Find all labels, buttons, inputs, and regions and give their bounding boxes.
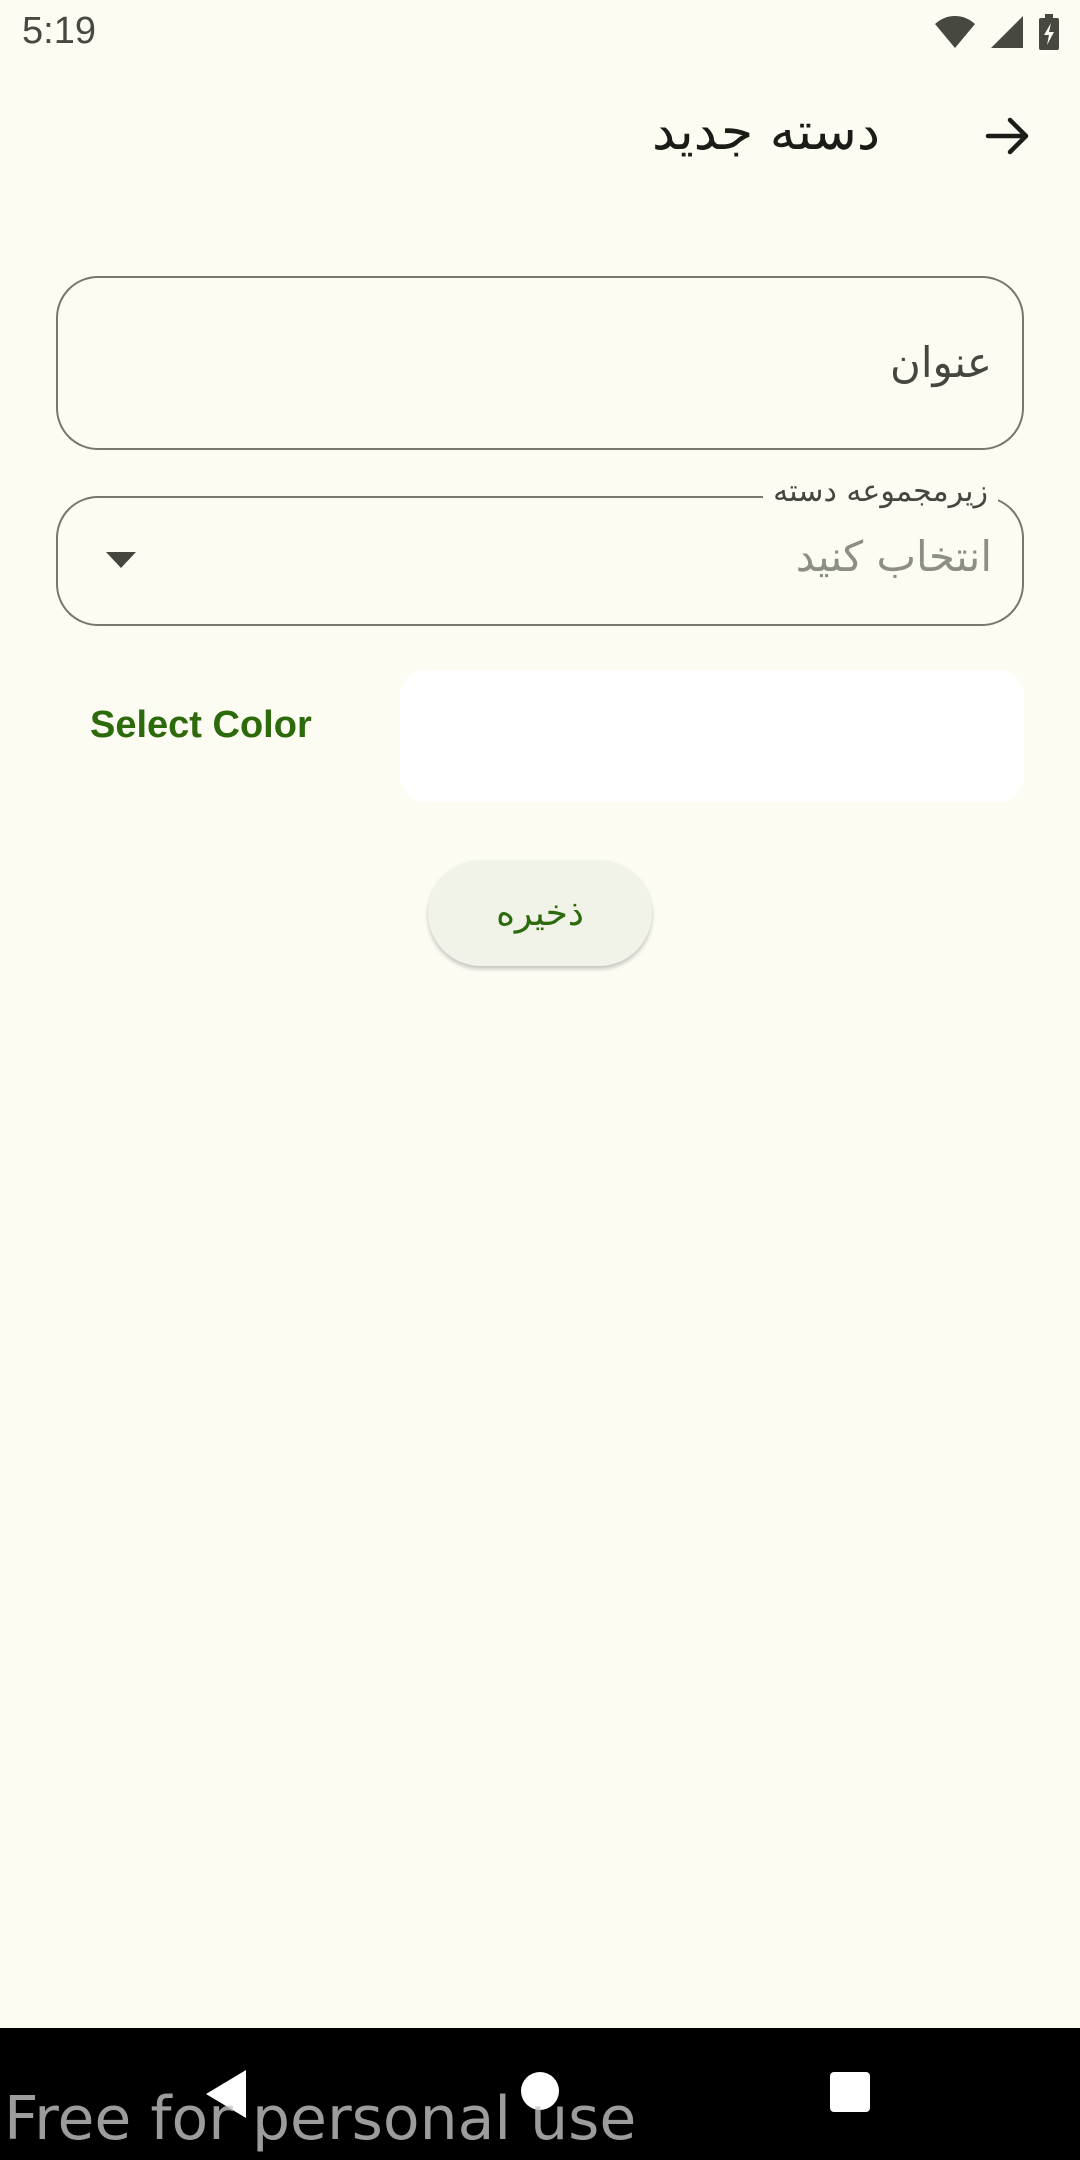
watermark: Free for personal use [4, 2084, 637, 2154]
cellular-signal-icon [990, 15, 1024, 53]
title-input[interactable]: عنوان [56, 276, 1024, 450]
battery-charging-icon [1038, 14, 1060, 54]
subcategory-label: زیرمجموعه دسته [763, 474, 998, 509]
dropdown-arrow-icon[interactable] [106, 552, 136, 568]
status-icons [934, 14, 1060, 54]
title-input-placeholder: عنوان [890, 338, 992, 387]
recents-square-icon[interactable] [830, 2072, 870, 2112]
subcategory-dropdown[interactable]: زیرمجموعه دسته انتخاب کنید [56, 474, 1024, 626]
app-bar: دسته جدید [0, 80, 1080, 200]
page-title: دسته جدید [651, 102, 880, 162]
color-swatch[interactable] [400, 670, 1024, 802]
save-button[interactable]: ذخیره [428, 860, 652, 966]
select-color-button[interactable]: Select Color [90, 704, 312, 747]
subcategory-placeholder: انتخاب کنید [795, 532, 992, 581]
back-button[interactable] [978, 108, 1038, 168]
status-time: 5:19 [22, 10, 96, 52]
wifi-icon [934, 15, 976, 53]
status-bar: 5:19 [0, 0, 1080, 66]
arrow-forward-icon [984, 112, 1032, 164]
